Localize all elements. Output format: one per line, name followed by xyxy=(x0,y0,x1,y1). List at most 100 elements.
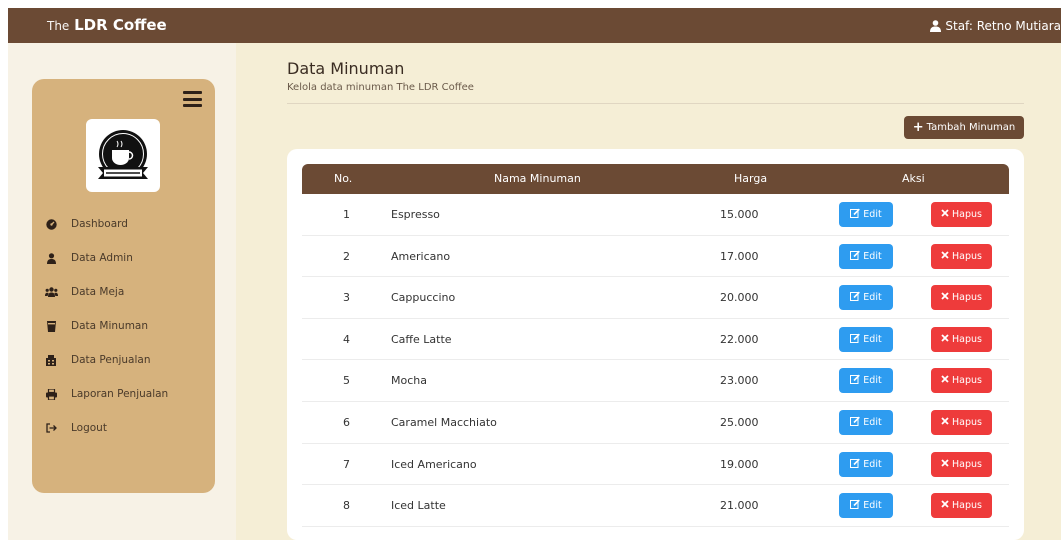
edit-button[interactable]: Edit xyxy=(839,493,893,519)
cell-no: 6 xyxy=(343,415,350,429)
receipt-icon xyxy=(44,353,58,367)
page-title: Data Minuman xyxy=(287,59,405,78)
hamburger-menu-icon[interactable] xyxy=(183,91,202,107)
sidebar-item-logout[interactable]: Logout xyxy=(32,411,215,445)
delete-button[interactable]: Hapus xyxy=(931,285,992,311)
sidebar-item-label: Laporan Penjualan xyxy=(71,388,169,400)
edit-label: Edit xyxy=(863,209,882,220)
delete-button[interactable]: Hapus xyxy=(931,243,992,269)
cell-price: 20.000 xyxy=(720,291,759,305)
edit-button[interactable]: Edit xyxy=(839,243,893,269)
cell-name: Iced Latte xyxy=(391,499,446,513)
edit-icon xyxy=(850,416,861,429)
edit-icon xyxy=(850,291,861,304)
add-button-label: Tambah Minuman xyxy=(926,122,1016,133)
close-icon xyxy=(941,334,949,345)
delete-button[interactable]: Hapus xyxy=(931,202,992,227)
edit-button[interactable]: Edit xyxy=(839,451,893,477)
delete-button[interactable]: Hapus xyxy=(931,326,992,352)
cell-price: 15.000 xyxy=(720,208,759,221)
table-row: 2 Americano 17.000 Edit Hapus xyxy=(302,236,1009,278)
close-icon xyxy=(941,292,949,303)
edit-label: Edit xyxy=(863,500,882,512)
edit-icon xyxy=(850,250,861,263)
sidebar-item-label: Data Admin xyxy=(71,252,133,264)
delete-button[interactable]: Hapus xyxy=(931,451,992,477)
dashboard-icon xyxy=(44,217,58,231)
delete-label: Hapus xyxy=(952,416,982,428)
delete-label: Hapus xyxy=(952,333,982,345)
edit-button[interactable]: Edit xyxy=(839,285,893,311)
brand-name: LDR Coffee xyxy=(74,16,167,34)
divider xyxy=(287,103,1024,104)
user-label: Staf: Retno Mutiara xyxy=(945,19,1061,33)
delete-label: Hapus xyxy=(952,209,982,220)
user-icon xyxy=(44,251,58,265)
cell-name: Americano xyxy=(391,249,451,263)
add-drink-button[interactable]: + Tambah Minuman xyxy=(904,116,1024,139)
delete-label: Hapus xyxy=(952,375,982,387)
sidebar-item-data-penjualan[interactable]: Data Penjualan xyxy=(32,343,215,377)
edit-button[interactable]: Edit xyxy=(839,368,893,394)
sidebar-item-data-admin[interactable]: Data Admin xyxy=(32,241,215,275)
edit-icon xyxy=(850,499,861,512)
edit-button[interactable]: Edit xyxy=(839,202,893,227)
close-icon xyxy=(941,500,949,511)
table-row: 1 Espresso 15.000 Edit Hapus xyxy=(302,194,1009,236)
cell-no: 2 xyxy=(343,249,350,263)
sidebar-item-dashboard[interactable]: Dashboard xyxy=(32,207,215,241)
user-menu[interactable]: Staf: Retno Mutiara xyxy=(930,18,1061,34)
cell-price: 25.000 xyxy=(720,415,759,429)
cell-name: Caffe Latte xyxy=(391,332,452,346)
column-header-price: Harga xyxy=(734,172,768,185)
cell-no: 8 xyxy=(343,499,350,513)
delete-button[interactable]: Hapus xyxy=(931,493,992,519)
cell-no: 3 xyxy=(343,291,350,305)
sidebar-item-label: Data Minuman xyxy=(71,320,149,332)
close-icon xyxy=(941,209,949,220)
logout-icon xyxy=(44,421,58,435)
edit-label: Edit xyxy=(863,458,882,470)
cell-no: 1 xyxy=(343,208,350,221)
user-icon xyxy=(930,20,942,32)
edit-label: Edit xyxy=(863,333,882,345)
table-row: 4 Caffe Latte 22.000 Edit Hapus xyxy=(302,319,1009,361)
sidebar-item-data-meja[interactable]: Data Meja xyxy=(32,275,215,309)
sidebar-item-label: Data Penjualan xyxy=(71,354,151,366)
cell-name: Iced Americano xyxy=(391,457,477,471)
table-row: 8 Iced Latte 21.000 Edit Hapus xyxy=(302,485,1009,527)
cell-no: 4 xyxy=(343,332,350,346)
table-body: 1 Espresso 15.000 Edit Hapus 2 Americano 17.000… xyxy=(302,194,1009,527)
users-icon xyxy=(44,285,58,299)
edit-button[interactable]: Edit xyxy=(839,409,893,435)
sidebar-item-laporan-penjualan[interactable]: Laporan Penjualan xyxy=(32,377,215,411)
close-icon xyxy=(941,417,949,428)
sidebar: Dashboard Data Admin Data Meja Data Minu… xyxy=(32,79,215,493)
page-subtitle: Kelola data minuman The LDR Coffee xyxy=(287,82,474,93)
edit-icon xyxy=(850,208,861,221)
top-navbar: The LDR Coffee Staf: Retno Mutiara xyxy=(8,8,1061,43)
drink-icon xyxy=(44,319,58,333)
edit-label: Edit xyxy=(863,250,882,262)
cell-name: Espresso xyxy=(391,208,440,221)
column-header-no: No. xyxy=(334,172,353,185)
brand-prefix: The xyxy=(47,19,70,33)
plus-icon: + xyxy=(912,119,924,135)
edit-button[interactable]: Edit xyxy=(839,326,893,352)
sidebar-item-data-minuman[interactable]: Data Minuman xyxy=(32,309,215,343)
cell-name: Mocha xyxy=(391,374,427,388)
edit-label: Edit xyxy=(863,292,882,304)
delete-label: Hapus xyxy=(952,458,982,470)
app-window: The LDR Coffee Staf: Retno Mutiara Dashb… xyxy=(8,8,1061,540)
delete-button[interactable]: Hapus xyxy=(931,368,992,394)
delete-label: Hapus xyxy=(952,250,982,262)
sidebar-item-label: Data Meja xyxy=(71,286,125,298)
sidebar-item-label: Dashboard xyxy=(71,218,128,230)
table-row: 7 Iced Americano 19.000 Edit Hapus xyxy=(302,444,1009,486)
close-icon xyxy=(941,375,949,386)
brand[interactable]: The LDR Coffee xyxy=(47,15,167,36)
cell-price: 22.000 xyxy=(720,332,759,346)
delete-button[interactable]: Hapus xyxy=(931,409,992,435)
cell-no: 7 xyxy=(343,457,350,471)
cell-no: 5 xyxy=(343,374,350,388)
